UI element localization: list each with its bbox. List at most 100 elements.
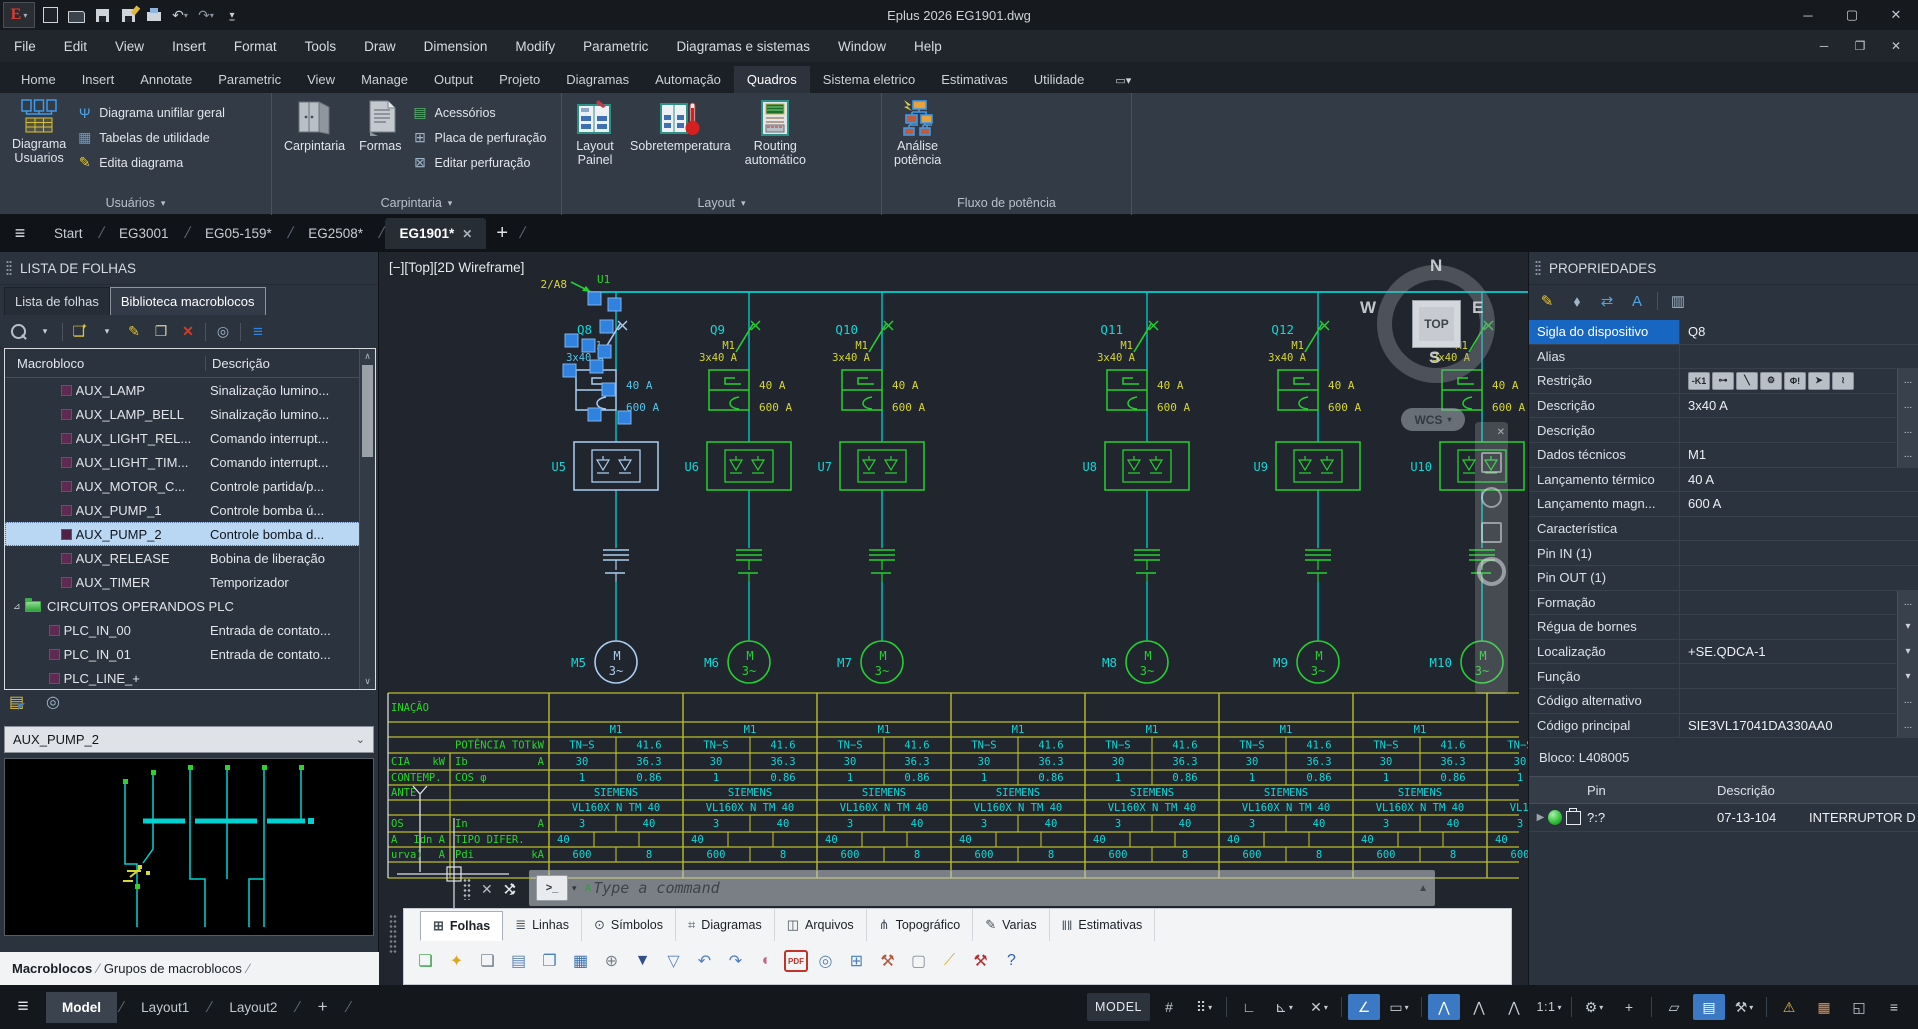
menu-insert[interactable]: Insert — [158, 30, 220, 62]
property-row-restri-o[interactable]: Restrição-K1⊶╲⚙Φ!➤≀... — [1529, 369, 1918, 394]
app-logo[interactable]: E▾ — [3, 2, 35, 28]
ribbon-tab-automa-o[interactable]: Automação — [642, 66, 734, 93]
diagrama-usuarios-button[interactable]: Diagrama Usuarios — [8, 96, 70, 191]
macro-row-plc-in-00[interactable]: PLC_IN_00Entrada de contato... — [5, 618, 375, 642]
property-value[interactable]: -K1⊶╲⚙Φ!➤≀ — [1679, 369, 1897, 393]
pin-row[interactable]: ▶ ?:? 07-13-104 INTERRUPTOR D — [1529, 804, 1918, 832]
toolbar-options-icon[interactable]: ▾̲ — [221, 5, 243, 25]
sheet-wizard-icon[interactable]: ✦ — [443, 948, 470, 974]
doc-tab-eg2508[interactable]: EG2508* — [294, 218, 377, 249]
property-value[interactable]: M1 — [1679, 443, 1897, 467]
property-row-caracter-stica[interactable]: Característica — [1529, 517, 1918, 542]
property-row-descri-o[interactable]: Descrição... — [1529, 418, 1918, 443]
menu-modify[interactable]: Modify — [501, 30, 569, 62]
dock-tab-diagramas[interactable]: ⌗Diagramas — [676, 909, 775, 941]
ribbon-tab-diagramas[interactable]: Diagramas — [553, 66, 642, 93]
grid-display-icon[interactable]: # — [1153, 994, 1185, 1020]
ribbon-group-footer-carpintaria[interactable]: Carpintaria▾ — [272, 191, 561, 215]
property-row-c-digo-alternativo[interactable]: Código alternativo... — [1529, 689, 1918, 714]
bookmark-add-icon[interactable]: ▼ — [629, 948, 656, 974]
ribbon-group-footer-usu-rios[interactable]: Usuários▾ — [0, 191, 271, 215]
isolate-objects-icon[interactable]: ▱ — [1658, 994, 1690, 1020]
selection-cycling-icon[interactable]: ▭▾ — [1383, 994, 1415, 1020]
ribbon-tab-quadros[interactable]: Quadros — [734, 66, 810, 93]
menu-draw[interactable]: Draw — [350, 30, 410, 62]
command-prompt-icon[interactable]: >_ — [536, 875, 568, 901]
macro-row-aux-motor-c[interactable]: AUX_MOTOR_C...Controle partida/p... — [5, 474, 375, 498]
restriction-chip-icon[interactable]: ⚙ — [1760, 372, 1782, 390]
dock-tab-folhas[interactable]: ⊞Folhas — [420, 911, 503, 941]
acess-rios-button[interactable]: ▤Acessórios — [412, 100, 547, 125]
macro-table-scrollbar[interactable]: ∧ ∨ — [359, 349, 375, 689]
doc-tabs-menu-icon[interactable]: ≡ — [0, 223, 40, 244]
ribbon-display-toggle-icon[interactable]: ▭▾ — [1107, 68, 1139, 93]
ribbon-group-footer-layout[interactable]: Layout▾ — [562, 191, 881, 215]
macro-view-tab-macroblocos[interactable]: Macroblocos — [12, 961, 92, 976]
dock-tab-estimativas[interactable]: ‖‖Estimativas — [1050, 909, 1156, 941]
edit-macro-icon[interactable]: ✎ — [124, 322, 144, 342]
macro-row-aux-light-rel[interactable]: AUX_LIGHT_REL...Comando interrupt... — [5, 426, 375, 450]
macro-row-aux-pump-1[interactable]: AUX_PUMP_1Controle bomba ú... — [5, 498, 375, 522]
pin-link-icon[interactable]: ⇄ — [1597, 291, 1617, 311]
property-row-lan-amento-magn[interactable]: Lançamento magn...600 A — [1529, 492, 1918, 517]
layout-painel-button[interactable]: Layout Painel — [570, 96, 620, 191]
panel-grip[interactable] — [1535, 260, 1541, 276]
expander-icon[interactable]: ⊿ — [13, 601, 25, 612]
undo-icon[interactable]: ↶▾ — [169, 5, 191, 25]
isometric-drafting-icon[interactable]: ✕▾ — [1303, 994, 1335, 1020]
view-cube[interactable]: TOP — [1412, 300, 1461, 348]
steering-wheel-icon[interactable] — [1477, 557, 1506, 586]
navbar-close-icon[interactable]: ✕ — [1497, 428, 1505, 438]
delete-macro-icon[interactable]: ✕ — [178, 322, 198, 342]
properties-panel-header[interactable]: PROPRIEDADES — [1529, 252, 1918, 285]
undo-sheet-icon[interactable]: ↶ — [691, 948, 718, 974]
ribbon-tab-view[interactable]: View — [294, 66, 348, 93]
statusbar-menu-icon[interactable]: ≡ — [1878, 994, 1910, 1020]
print-sheet-icon[interactable]: ❏ — [474, 948, 501, 974]
compass-south[interactable]: S — [1429, 348, 1440, 368]
restriction-chip-icon[interactable]: -K1 — [1688, 372, 1710, 390]
navigation-bar[interactable]: ✕ — [1475, 422, 1508, 694]
snap-tracking-icon[interactable]: ⋀ — [1463, 994, 1495, 1020]
export-pdf-icon[interactable]: PDF — [784, 950, 808, 972]
dock-grip[interactable] — [389, 914, 397, 954]
layout-tab-layout2[interactable]: Layout2 — [213, 992, 293, 1023]
close-icon[interactable]: ✕ — [462, 227, 472, 241]
macro-view-tab-grupos-de-macroblocos[interactable]: Grupos de macroblocos — [104, 961, 242, 976]
pan-icon[interactable] — [1481, 452, 1502, 473]
update-available-icon[interactable]: ⚠ — [1773, 994, 1805, 1020]
search-icon[interactable] — [8, 322, 28, 342]
property-row-c-digo-principal[interactable]: Código principalSIE3VL17041DA330AA0... — [1529, 714, 1918, 739]
save-sheet-icon[interactable]: ▤ — [505, 948, 532, 974]
new-macro-icon[interactable]: ❏✦ — [70, 322, 90, 342]
restriction-chip-icon[interactable]: ⊶ — [1712, 372, 1734, 390]
property-value[interactable] — [1679, 591, 1897, 615]
open-file-icon[interactable] — [65, 5, 87, 25]
restriction-chip-icon[interactable]: Φ! — [1784, 372, 1806, 390]
doc-tab-eg1901[interactable]: EG1901*✕ — [385, 218, 486, 249]
rename-icon[interactable]: A — [1627, 291, 1647, 311]
new-file-icon[interactable] — [39, 5, 61, 25]
scroll-up-icon[interactable]: ∧ — [360, 349, 375, 364]
property-row-pin-in-1[interactable]: Pin IN (1) — [1529, 541, 1918, 566]
routing-autom-tico-button[interactable]: Routing automático — [741, 96, 810, 191]
polar-tracking-icon[interactable]: ⊾▾ — [1268, 994, 1300, 1020]
sheet-panel-tab-biblioteca-macroblocos[interactable]: Biblioteca macroblocos — [110, 287, 266, 315]
sheet-tools-icon[interactable]: ⚒ — [874, 948, 901, 974]
menu-format[interactable]: Format — [220, 30, 291, 62]
macro-row-aux-pump-2[interactable]: AUX_PUMP_2Controle bomba d... — [5, 522, 375, 546]
orbit-icon[interactable] — [1481, 522, 1502, 543]
ribbon-tab-estimativas[interactable]: Estimativas — [928, 66, 1020, 93]
ellipsis-button[interactable]: ... — [1897, 394, 1918, 418]
command-close-icon[interactable]: ✕ — [481, 881, 493, 898]
property-value[interactable] — [1679, 664, 1897, 688]
property-row-fun-o[interactable]: Função▾ — [1529, 664, 1918, 689]
drawing-viewport[interactable]: [−][Top][2D Wireframe] 2/A8U1Q8M13x40 A4… — [379, 252, 1528, 985]
redo-icon[interactable]: ↷▾ — [195, 5, 217, 25]
property-row-forma-o[interactable]: Formação... — [1529, 591, 1918, 616]
viewport-controls-label[interactable]: [−][Top][2D Wireframe] — [389, 260, 524, 275]
layout-tab-model[interactable]: Model — [46, 992, 117, 1023]
property-value[interactable] — [1679, 418, 1897, 442]
property-value[interactable]: SIE3VL17041DA330AA0 — [1679, 714, 1897, 738]
ribbon-tab-annotate[interactable]: Annotate — [127, 66, 205, 93]
